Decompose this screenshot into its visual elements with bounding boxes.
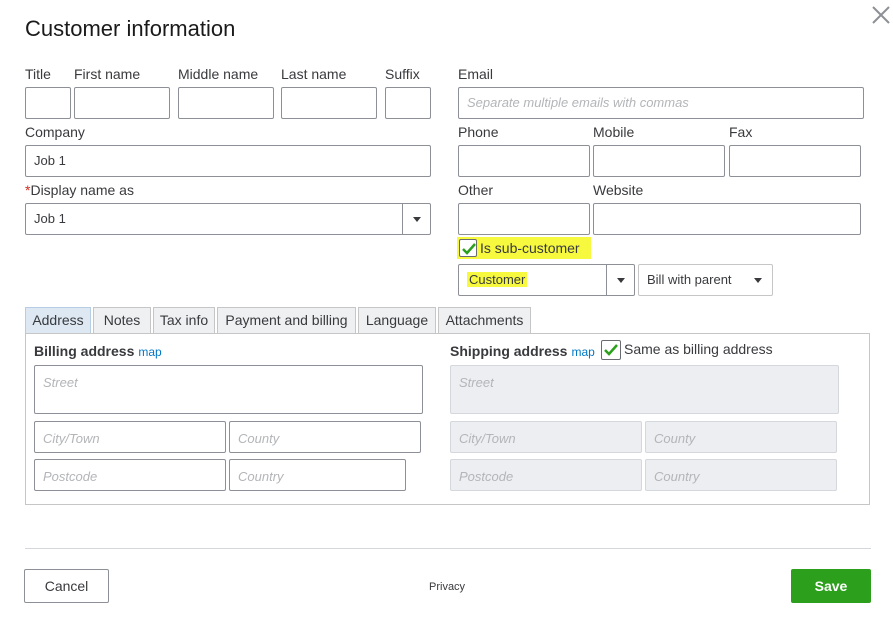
suffix-label: Suffix [385,66,420,82]
checkmark-icon [604,344,618,356]
suffix-input[interactable] [385,87,431,119]
same-as-billing-label: Same as billing address [624,341,773,357]
save-button[interactable]: Save [791,569,871,603]
shipping-county-input: County [645,421,837,453]
billing-postcode-placeholder: Postcode [43,469,98,484]
parent-customer-dropdown-button[interactable] [606,265,634,295]
first-name-input[interactable] [74,87,170,119]
billing-option-select[interactable]: Bill with parent [638,264,773,296]
billing-city-placeholder: City/Town [43,431,100,446]
display-name-select[interactable]: Job 1 [25,203,431,235]
title-input[interactable] [25,87,71,119]
shipping-street-placeholder: Street [459,375,494,390]
privacy-link[interactable]: Privacy [429,581,465,593]
tab-language[interactable]: Language [358,307,436,334]
sub-customer-label: Is sub-customer [480,240,580,256]
phone-input[interactable] [458,145,590,177]
tab-notes[interactable]: Notes [93,307,151,334]
company-input[interactable]: Job 1 [25,145,431,177]
billing-country-input[interactable]: Country [229,459,406,491]
shipping-postcode-placeholder: Postcode [459,469,514,484]
billing-street-placeholder: Street [43,375,78,390]
billing-option-value: Bill with parent [647,272,732,287]
tab-address[interactable]: Address [25,307,91,334]
tab-attachments[interactable]: Attachments [438,307,531,334]
mobile-input[interactable] [593,145,725,177]
tab-payment-billing[interactable]: Payment and billing [217,307,356,334]
other-input[interactable] [458,203,590,235]
sub-customer-checkbox[interactable] [459,239,477,257]
shipping-city-input: City/Town [450,421,642,453]
billing-postcode-input[interactable]: Postcode [34,459,226,491]
shipping-postcode-input: Postcode [450,459,642,491]
title-label: Title [25,66,51,82]
phone-label: Phone [458,124,499,140]
display-name-label: *Display name as [25,182,134,198]
shipping-country-placeholder: Country [654,469,700,484]
shipping-street-input: Street [450,365,839,414]
same-as-billing-checkbox[interactable] [601,340,621,360]
display-name-value: Job 1 [34,211,66,226]
tab-tax-info[interactable]: Tax info [153,307,215,334]
shipping-city-placeholder: City/Town [459,431,516,446]
checkmark-icon [462,243,476,255]
billing-address-label: Billing address [34,343,135,359]
email-placeholder: Separate multiple emails with commas [467,95,689,110]
chevron-down-icon [617,278,625,283]
billing-county-input[interactable]: County [229,421,421,453]
billing-street-input[interactable]: Street [34,365,423,414]
company-label: Company [25,124,85,140]
billing-map-link[interactable]: map [138,345,161,359]
email-label: Email [458,66,494,82]
chevron-down-icon [754,278,762,283]
parent-customer-select[interactable]: Customer [458,264,635,296]
cancel-button[interactable]: Cancel [24,569,109,603]
website-label: Website [593,182,644,198]
first-name-label: First name [74,66,141,82]
billing-country-placeholder: Country [238,469,284,484]
website-input[interactable] [593,203,861,235]
shipping-country-input: Country [645,459,837,491]
middle-name-label: Middle name [178,66,259,82]
display-name-dropdown-button[interactable] [402,204,430,234]
last-name-label: Last name [281,66,347,82]
other-label: Other [458,182,494,198]
shipping-address-label: Shipping address [450,343,568,359]
billing-county-placeholder: County [238,431,280,446]
close-icon[interactable] [868,2,893,28]
parent-customer-value: Customer [467,272,528,287]
fax-input[interactable] [729,145,861,177]
footer-divider [25,548,871,549]
display-name-label-text: Display name as [30,182,134,198]
mobile-label: Mobile [593,124,635,140]
shipping-map-link[interactable]: map [571,345,594,359]
shipping-address-heading: Shipping address map [450,343,595,359]
last-name-input[interactable] [281,87,377,119]
middle-name-input[interactable] [178,87,274,119]
chevron-down-icon [413,217,421,222]
dialog-title: Customer information [25,16,236,41]
billing-city-input[interactable]: City/Town [34,421,226,453]
email-field[interactable]: Separate multiple emails with commas [458,87,864,119]
shipping-county-placeholder: County [654,431,696,446]
billing-address-heading: Billing address map [34,343,162,359]
fax-label: Fax [729,124,753,140]
